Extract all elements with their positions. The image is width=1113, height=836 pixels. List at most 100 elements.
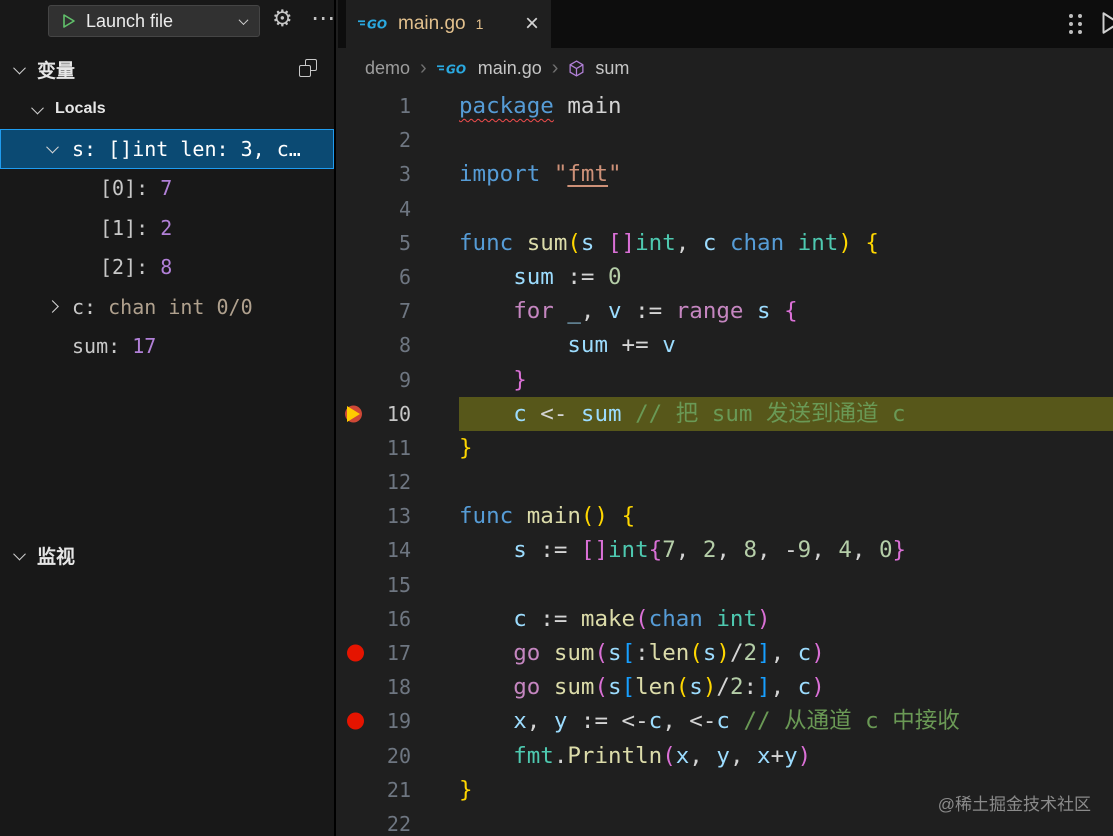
run-icon[interactable] <box>1097 10 1113 36</box>
gutter[interactable]: 12 <box>338 465 459 499</box>
line-number[interactable]: 9 <box>399 363 411 397</box>
svg-text:GO: GO <box>367 18 387 32</box>
chevron-down-icon <box>31 101 44 114</box>
line-number[interactable]: 14 <box>387 533 411 567</box>
line-number[interactable]: 10 <box>387 397 411 431</box>
copy-icon[interactable] <box>299 59 317 77</box>
line-number[interactable]: 6 <box>399 260 411 294</box>
code-line[interactable]: 4 <box>338 192 1113 226</box>
line-number[interactable]: 5 <box>399 226 411 260</box>
code-line[interactable]: 12 <box>338 465 1113 499</box>
start-debugging-icon[interactable] <box>61 13 76 29</box>
gutter[interactable]: 13 <box>338 499 459 533</box>
close-icon[interactable]: × <box>525 12 539 36</box>
breadcrumb-folder[interactable]: demo <box>365 58 410 79</box>
line-number[interactable]: 13 <box>387 499 411 533</box>
code-line[interactable]: 2 <box>338 123 1113 157</box>
code-line[interactable]: 7 for _, v := range s { <box>338 294 1113 328</box>
breadcrumb-symbol[interactable]: sum <box>595 58 629 79</box>
line-number[interactable]: 8 <box>399 328 411 362</box>
variable-row[interactable]: [2]: 8 <box>0 248 334 288</box>
gutter[interactable]: 9 <box>338 363 459 397</box>
variable-row[interactable]: sum: 17 <box>0 327 334 367</box>
line-number[interactable]: 1 <box>399 89 411 123</box>
gutter[interactable]: 15 <box>338 568 459 602</box>
variable-row[interactable]: s: []int len: 3, c… <box>0 129 334 169</box>
gutter[interactable]: 3 <box>338 157 459 191</box>
code-line[interactable]: 14 s := []int{7, 2, 8, -9, 4, 0} <box>338 533 1113 567</box>
tab-main-go[interactable]: GO main.go 1 × <box>346 0 551 48</box>
code-line[interactable]: 10 c <- sum // 把 sum 发送到通道 c <box>338 396 1113 431</box>
variables-section-label: 变量 <box>37 60 76 82</box>
gear-icon[interactable]: ⚙ <box>272 6 293 32</box>
chevron-right-icon[interactable] <box>46 300 59 314</box>
line-number[interactable]: 20 <box>387 739 411 773</box>
locals-scope-header[interactable]: Locals <box>0 94 334 124</box>
line-number[interactable]: 3 <box>399 157 411 191</box>
variables-section-header[interactable]: 变量 <box>0 54 334 84</box>
line-number[interactable]: 22 <box>387 807 411 836</box>
line-number[interactable]: 18 <box>387 670 411 704</box>
tab-badge: 1 <box>475 16 484 32</box>
line-number[interactable]: 19 <box>387 704 411 738</box>
gutter[interactable]: 2 <box>338 123 459 157</box>
code-line[interactable]: 16 c := make(chan int) <box>338 602 1113 636</box>
variable-name: [2]: <box>100 255 161 280</box>
gutter[interactable]: 1 <box>338 89 459 123</box>
line-number[interactable]: 21 <box>387 773 411 807</box>
gutter[interactable]: 21 <box>338 773 459 807</box>
line-number[interactable]: 11 <box>387 431 411 465</box>
breadcrumb-file[interactable]: main.go <box>478 58 542 79</box>
line-number[interactable]: 17 <box>387 636 411 670</box>
variable-row[interactable]: c: chan int 0/0 <box>0 287 334 327</box>
gutter[interactable]: 8 <box>338 328 459 362</box>
code-line[interactable]: 13 func main() { <box>338 499 1113 533</box>
gutter[interactable]: 5 <box>338 226 459 260</box>
gutter[interactable]: 14 <box>338 533 459 567</box>
gutter[interactable]: 20 <box>338 739 459 773</box>
line-number[interactable]: 4 <box>399 192 411 226</box>
code-line[interactable]: 3 import "fmt" <box>338 157 1113 191</box>
gutter[interactable]: 10 <box>338 397 459 431</box>
code-line[interactable]: 8 sum += v <box>338 328 1113 362</box>
variable-row[interactable]: [1]: 2 <box>0 208 334 248</box>
code-line[interactable]: 1 package main <box>338 89 1113 123</box>
code-line[interactable]: 17 go sum(s[:len(s)/2], c) <box>338 636 1113 670</box>
launch-config-button[interactable]: Launch file <box>48 5 260 37</box>
gutter[interactable]: 17 <box>338 636 459 670</box>
gutter[interactable]: 7 <box>338 294 459 328</box>
gutter[interactable]: 19 <box>338 704 459 738</box>
line-number[interactable]: 7 <box>399 294 411 328</box>
gutter[interactable]: 11 <box>338 431 459 465</box>
layout-grid-icon[interactable] <box>1069 14 1073 18</box>
gutter[interactable]: 18 <box>338 670 459 704</box>
line-number[interactable]: 12 <box>387 465 411 499</box>
gutter[interactable]: 4 <box>338 192 459 226</box>
gutter[interactable]: 22 <box>338 807 459 836</box>
code-line[interactable]: 11} <box>338 431 1113 465</box>
code-line[interactable]: 6 sum := 0 <box>338 260 1113 294</box>
watch-section-header[interactable]: 监视 <box>0 540 334 570</box>
gutter[interactable]: 16 <box>338 602 459 636</box>
breakpoint-icon[interactable] <box>347 712 364 730</box>
line-number[interactable]: 15 <box>387 568 411 602</box>
code-line[interactable]: 5 func sum(s []int, c chan int) { <box>338 226 1113 260</box>
code-area[interactable]: 1 package main 2 3 import "fmt" 4 5 func sum(s … <box>338 89 1113 836</box>
code-line[interactable]: 18 go sum(s[len(s)/2:], c) <box>338 670 1113 704</box>
editor-group: GO main.go 1 × demo › GO main.go › sum 1… <box>338 0 1113 836</box>
more-actions-icon[interactable]: ⋯ <box>311 4 335 32</box>
line-number[interactable]: 16 <box>387 602 411 636</box>
code-text: c <- sum // 把 sum 发送到通道 c <box>459 396 1113 431</box>
code-line[interactable]: 20 fmt.Println(x, y, x+y) <box>338 739 1113 773</box>
code-line[interactable]: 9 } <box>338 363 1113 397</box>
code-line[interactable]: 15 <box>338 568 1113 602</box>
code-text: s := []int{7, 2, 8, -9, 4, 0} <box>513 537 907 564</box>
line-number[interactable]: 2 <box>399 123 411 157</box>
variable-row[interactable]: [0]: 7 <box>0 169 334 209</box>
breakpoint-icon[interactable] <box>347 644 364 662</box>
code-line[interactable]: 19 x, y := <-c, <-c // 从通道 c 中接收 <box>338 704 1113 738</box>
variable-name: s: <box>72 136 109 161</box>
gutter[interactable]: 6 <box>338 260 459 294</box>
chevron-down-icon[interactable] <box>46 140 59 154</box>
